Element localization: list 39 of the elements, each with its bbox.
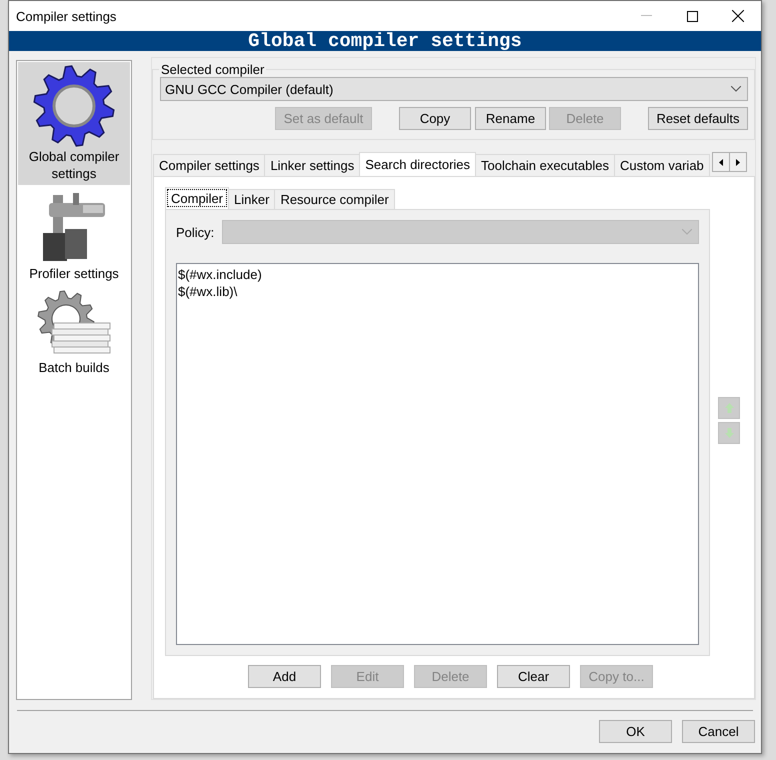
triangle-right-icon (736, 158, 740, 166)
gear-icon (32, 64, 116, 148)
group-label: Selected compiler (160, 62, 266, 77)
tab[interactable]: Linker settings (264, 154, 360, 176)
banner-title: Global compiler settings (9, 31, 761, 51)
directory-item[interactable]: $(#wx.lib)\ (178, 283, 697, 300)
arrow-down-icon (724, 427, 734, 439)
sidebar-label: Profiler settings (28, 265, 120, 282)
tab[interactable]: Linker (228, 189, 276, 209)
window-title: Compiler settings (16, 8, 118, 24)
dialog-button[interactable]: Cancel (682, 720, 755, 743)
sidebar-item[interactable]: Global compiler settings (18, 62, 130, 185)
sidebar-label: Batch builds (38, 359, 110, 376)
policy-label: Policy: (176, 224, 214, 240)
list-button[interactable]: Clear (497, 665, 570, 688)
tab[interactable]: Custom variab (614, 154, 710, 176)
list-button[interactable]: Add (248, 665, 321, 688)
compiler-button[interactable]: Rename (475, 107, 546, 130)
sidebar-item[interactable]: Batch builds (18, 287, 130, 379)
tab[interactable]: Search directories (359, 152, 476, 176)
directory-list[interactable]: $(#wx.include) $(#wx.lib)\ (176, 263, 699, 645)
sidebar-label: Global compiler settings (28, 148, 120, 182)
arrow-up-icon (724, 402, 734, 414)
scroll-left-button[interactable] (712, 152, 730, 172)
chevron-icon (682, 229, 692, 235)
tab[interactable]: Compiler (165, 187, 230, 209)
sidebar-item[interactable]: Profiler settings (18, 187, 130, 285)
maximize-icon[interactable] (686, 10, 698, 22)
compiler-button[interactable]: Reset defaults (648, 107, 748, 130)
triangle-left-icon (718, 158, 723, 166)
compiler-button[interactable]: Copy (399, 107, 471, 130)
close-icon[interactable] (732, 10, 744, 22)
dialog-button[interactable]: OK (599, 720, 672, 743)
tab[interactable]: Resource compiler (274, 189, 395, 209)
chevron-icon (731, 86, 741, 92)
compiler-dropdown[interactable]: GNU GCC Compiler (default) (160, 77, 748, 101)
tab[interactable]: Compiler settings (153, 154, 266, 176)
scroll-right-button[interactable] (728, 152, 747, 172)
directory-item[interactable]: $(#wx.include) (178, 266, 697, 283)
